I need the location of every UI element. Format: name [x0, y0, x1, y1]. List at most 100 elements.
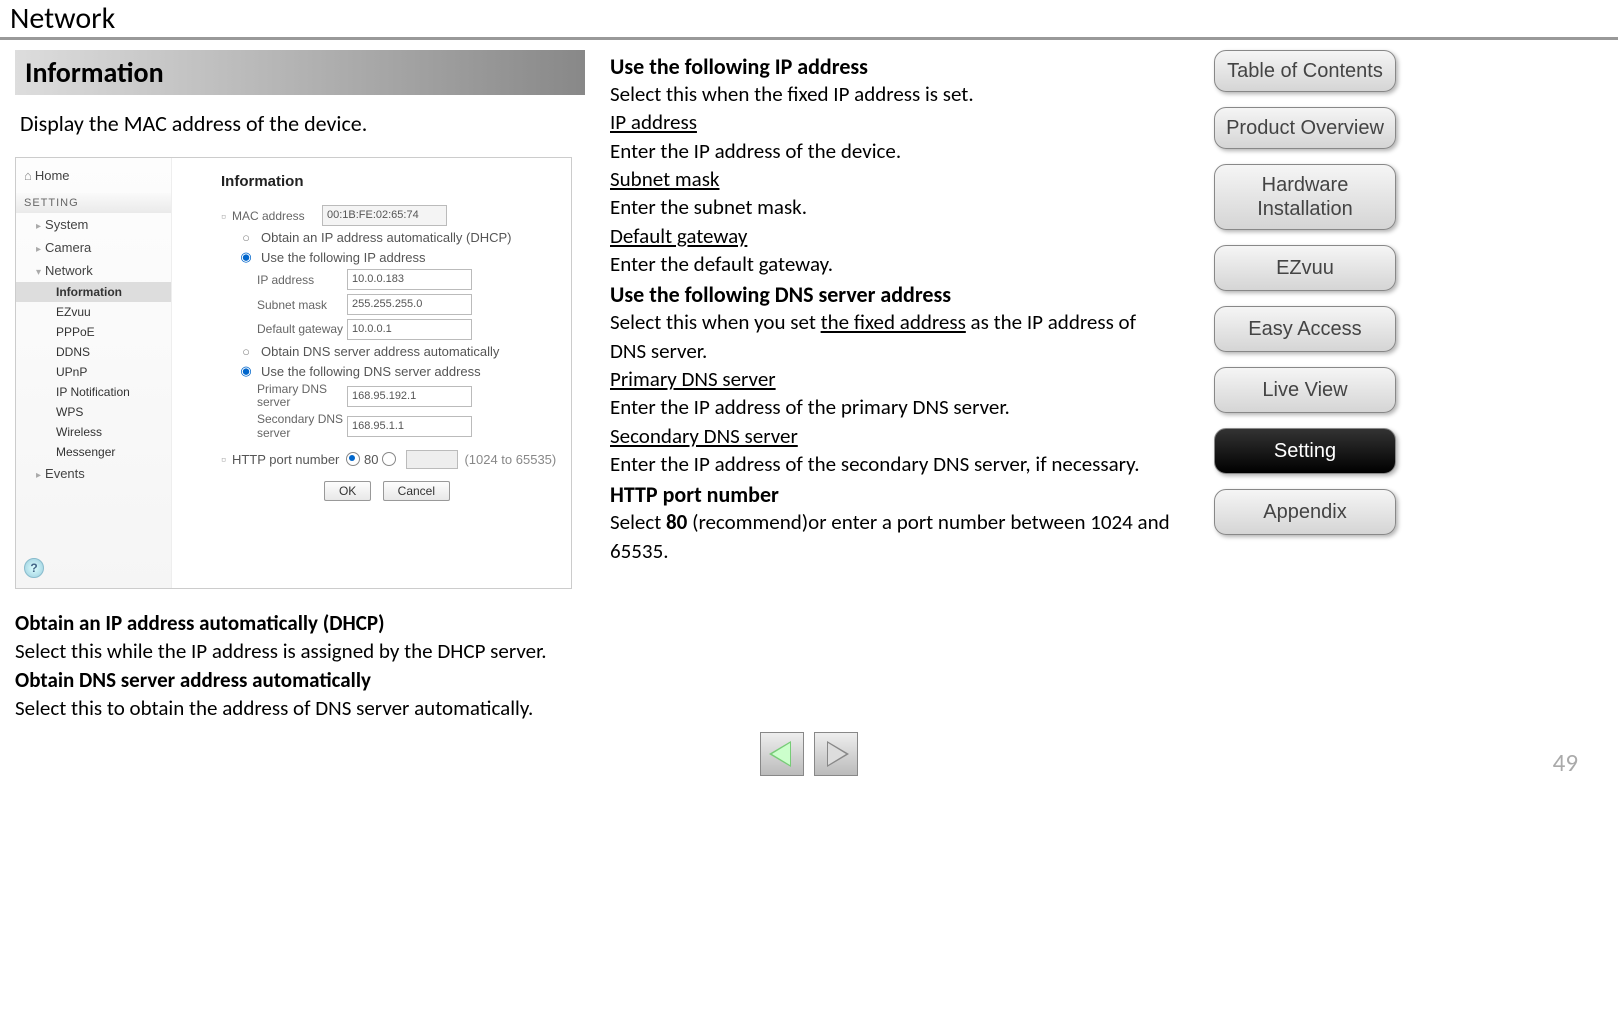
- prev-page-button[interactable]: [760, 732, 804, 776]
- ss-mac-value: 00:1B:FE:02:65:74: [322, 205, 447, 226]
- ss-dhcp-row[interactable]: ○Obtain an IP address automatically (DHC…: [221, 230, 561, 245]
- ss-http-row: HTTP port number 80 (1024 to 65535): [221, 450, 561, 469]
- nav-appendix[interactable]: Appendix: [1214, 489, 1396, 535]
- ss-http-80-label: 80: [364, 452, 378, 467]
- mid-p4: Enter the default gateway.: [610, 250, 1175, 278]
- ss-dns1-label: Primary DNS server: [221, 383, 347, 409]
- left-column: Information Display the MAC address of t…: [15, 50, 610, 722]
- nav-hardware[interactable]: Hardware Installation: [1214, 164, 1396, 230]
- ss-ip-label: IP address: [221, 273, 347, 287]
- ss-dns1-row: Primary DNS server168.95.192.1: [221, 383, 561, 409]
- ss-http-radio-80[interactable]: [346, 452, 360, 466]
- ss-useip-row[interactable]: ◉Use the following IP address: [221, 249, 561, 265]
- cancel-button[interactable]: Cancel: [383, 481, 450, 501]
- ss-dnsmanual-label: Use the following DNS server address: [261, 364, 481, 379]
- left-p1: Select this while the IP address is assi…: [15, 637, 585, 665]
- ss-sub-upnp[interactable]: UPnP: [16, 362, 171, 382]
- mid-u3: Default gateway: [610, 222, 1175, 250]
- ss-dnsauto-row[interactable]: ○Obtain DNS server address automatically: [221, 344, 561, 359]
- mid-p2: Enter the IP address of the device.: [610, 137, 1175, 165]
- ss-menu-network[interactable]: Network: [16, 259, 171, 282]
- ss-mac-row: MAC address 00:1B:FE:02:65:74: [221, 205, 561, 226]
- triangle-left-icon: [769, 741, 791, 767]
- ss-sub-ezvuu[interactable]: EZvuu: [16, 302, 171, 322]
- ss-home-link[interactable]: Home: [16, 158, 171, 193]
- ss-menu-system-label: System: [45, 217, 88, 232]
- ss-menu-camera[interactable]: Camera: [16, 236, 171, 259]
- ss-sub-ddns[interactable]: DDNS: [16, 342, 171, 362]
- mid-p8: Select 80 (recommend)or enter a port num…: [610, 508, 1175, 565]
- mid-p5: Select this when you set the fixed addre…: [610, 308, 1175, 365]
- ss-sub-information[interactable]: Information: [16, 282, 171, 302]
- left-h2: Obtain DNS server address automatically: [15, 666, 585, 694]
- page-title: Network: [10, 0, 115, 37]
- ss-useip-label: Use the following IP address: [261, 250, 426, 265]
- ss-gw-row: Default gateway10.0.0.1: [221, 319, 561, 340]
- mid-h2: Use the following DNS server address: [610, 281, 1175, 308]
- page-footer: 49: [0, 732, 1618, 802]
- mid-u1: IP address: [610, 108, 1175, 136]
- mid-h3: HTTP port number: [610, 481, 1175, 508]
- mid-p8a: Select: [610, 509, 666, 535]
- ss-subnet-input[interactable]: 255.255.255.0: [347, 294, 472, 315]
- settings-screenshot: Home SETTING System Camera Network Infor…: [15, 157, 572, 589]
- mid-p8b: 80: [666, 509, 687, 535]
- nav-product[interactable]: Product Overview: [1214, 107, 1396, 149]
- help-icon[interactable]: ?: [24, 558, 44, 578]
- ss-sub-ipnotif[interactable]: IP Notification: [16, 382, 171, 402]
- ss-http-custom-input[interactable]: [406, 450, 458, 469]
- ss-dns2-input[interactable]: 168.95.1.1: [347, 416, 472, 437]
- mid-p5u: the fixed address: [821, 309, 966, 335]
- ss-sub-messenger[interactable]: Messenger: [16, 442, 171, 462]
- left-p2: Select this to obtain the address of DNS…: [15, 694, 585, 722]
- mid-p1: Select this when the fixed IP address is…: [610, 80, 1175, 108]
- ss-gw-input[interactable]: 10.0.0.1: [347, 319, 472, 340]
- ss-sub-wps[interactable]: WPS: [16, 402, 171, 422]
- ss-menu-events[interactable]: Events: [16, 462, 171, 485]
- ss-dhcp-label: Obtain an IP address automatically (DHCP…: [261, 230, 511, 245]
- ok-button[interactable]: OK: [324, 481, 371, 501]
- ss-sub-pppoe[interactable]: PPPoE: [16, 322, 171, 342]
- left-h1: Obtain an IP address automatically (DHCP…: [15, 609, 585, 637]
- left-text-block: Obtain an IP address automatically (DHCP…: [15, 609, 585, 722]
- nav-toc[interactable]: Table of Contents: [1214, 50, 1396, 92]
- ss-dns2-label: Secondary DNS server: [221, 413, 347, 439]
- ss-menu-system[interactable]: System: [16, 213, 171, 236]
- ss-mac-label: MAC address: [232, 209, 322, 223]
- mid-p6: Enter the IP address of the primary DNS …: [610, 393, 1175, 421]
- nav-live[interactable]: Live View: [1214, 367, 1396, 413]
- mid-u4: Primary DNS server: [610, 365, 1175, 393]
- ss-ip-row: IP address10.0.0.183: [221, 269, 561, 290]
- pager: [0, 732, 1618, 776]
- ss-dnsmanual-row[interactable]: ◉Use the following DNS server address: [221, 363, 561, 379]
- mid-p3: Enter the subnet mask.: [610, 193, 1175, 221]
- ss-http-radio-custom[interactable]: [382, 452, 396, 466]
- ss-section-head: SETTING: [16, 193, 171, 213]
- ss-http-label: HTTP port number: [232, 452, 342, 467]
- ss-menu-network-label: Network: [45, 263, 93, 278]
- page-number: 49: [1553, 747, 1578, 778]
- mid-p8c: (recommend)or enter a port number betwee…: [610, 509, 1170, 563]
- mid-h1: Use the following IP address: [610, 53, 1175, 80]
- right-nav-column: Table of Contents Product Overview Hardw…: [1190, 50, 1405, 722]
- nav-ezvuu[interactable]: EZvuu: [1214, 245, 1396, 291]
- ss-sub-wireless[interactable]: Wireless: [16, 422, 171, 442]
- ss-main-panel: Information MAC address 00:1B:FE:02:65:7…: [171, 158, 571, 508]
- next-page-button[interactable]: [814, 732, 858, 776]
- ss-subnet-label: Subnet mask: [221, 298, 347, 312]
- info-subtitle: Display the MAC address of the device.: [15, 105, 585, 142]
- content-area: Information Display the MAC address of t…: [0, 40, 1618, 732]
- mid-p7: Enter the IP address of the secondary DN…: [610, 450, 1175, 478]
- mid-u2: Subnet mask: [610, 165, 1175, 193]
- ss-ip-input[interactable]: 10.0.0.183: [347, 269, 472, 290]
- triangle-right-icon: [827, 741, 849, 767]
- mid-u5: Secondary DNS server: [610, 422, 1175, 450]
- ss-subnet-row: Subnet mask255.255.255.0: [221, 294, 561, 315]
- ss-dns1-input[interactable]: 168.95.192.1: [347, 386, 472, 407]
- header-rule: [135, 18, 1608, 19]
- ss-menu-camera-label: Camera: [45, 240, 91, 255]
- ss-gw-label: Default gateway: [221, 323, 347, 336]
- nav-setting[interactable]: Setting: [1214, 428, 1396, 474]
- nav-easy[interactable]: Easy Access: [1214, 306, 1396, 352]
- mid-p5a: Select this when you set: [610, 309, 821, 335]
